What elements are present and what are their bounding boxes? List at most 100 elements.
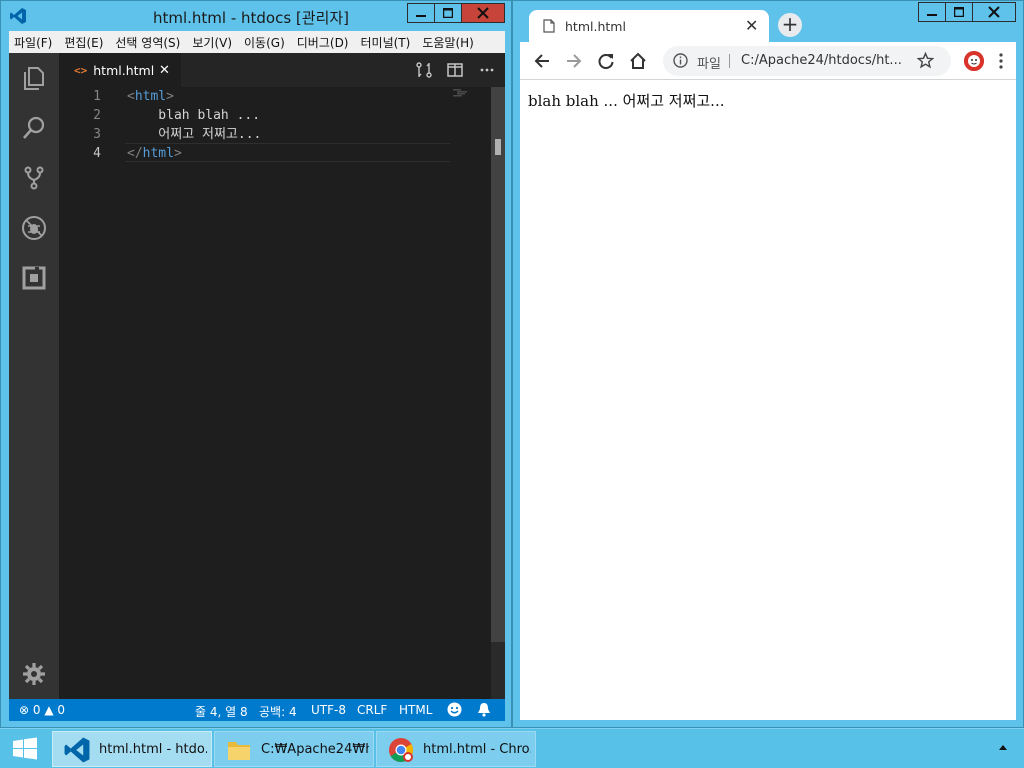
tab-title: html.html — [565, 19, 626, 34]
reload-icon[interactable] — [596, 51, 616, 71]
profile-avatar[interactable] — [964, 51, 984, 71]
browser-tab[interactable]: html.html ✕ — [529, 10, 769, 44]
taskbar-item-vscode[interactable]: html.html - htdo... — [52, 731, 212, 767]
menu-bar: 파일(F) 편집(E) 선택 영역(S) 보기(V) 이동(G) 디버그(D) … — [9, 31, 505, 53]
back-arrow-icon[interactable] — [532, 51, 552, 71]
tab-label: html.html — [93, 62, 155, 78]
bookmark-star-icon[interactable] — [917, 52, 934, 69]
new-tab-button[interactable]: + — [778, 13, 802, 37]
minimap[interactable] — [449, 87, 491, 117]
menu-debug[interactable]: 디버그(D) — [297, 34, 349, 51]
code-line[interactable]: 4 </html> — [59, 144, 505, 163]
error-icon: ⊗ — [19, 703, 30, 717]
minimize-button[interactable] — [407, 3, 435, 23]
gear-icon[interactable] — [21, 661, 47, 687]
browser-toolbar: 파일 C:/Apache24/htdocs/ht... — [520, 42, 1016, 80]
start-button[interactable] — [0, 729, 50, 768]
code-editor[interactable]: 1 <html> 2 blah blah ... 3 어쩌고 저쩌고... 4 … — [59, 87, 505, 699]
feedback-smiley-icon[interactable] — [447, 702, 462, 717]
open-changes-icon[interactable] — [416, 62, 432, 78]
cursor-position[interactable]: 줄 4, 열 8 — [195, 703, 248, 720]
menu-edit[interactable]: 편집(E) — [64, 34, 103, 51]
more-actions-icon[interactable] — [479, 62, 495, 78]
indentation-status[interactable]: 공백: 4 — [259, 703, 297, 720]
menu-terminal[interactable]: 터미널(T) — [361, 34, 411, 51]
line-number: 2 — [93, 108, 101, 123]
taskbar-item-explorer[interactable]: C:₩Apache24₩ht... — [214, 731, 374, 767]
windows-logo-icon — [13, 737, 37, 760]
search-icon[interactable] — [21, 115, 47, 141]
split-editor-icon[interactable] — [447, 62, 463, 78]
minimize-icon — [416, 15, 426, 17]
menu-go[interactable]: 이동(G) — [244, 34, 285, 51]
chrome-menu-icon[interactable] — [998, 51, 1004, 71]
vscode-logo-icon — [9, 7, 27, 25]
close-window-button[interactable] — [461, 3, 505, 23]
problems-status[interactable]: ⊗ 0 ▲ 0 — [19, 703, 65, 717]
source-control-icon[interactable] — [21, 165, 47, 191]
tag-name: html — [134, 89, 167, 104]
tag-bracket: > — [166, 89, 174, 104]
extensions-icon[interactable] — [21, 265, 47, 291]
show-hidden-icons-chevron-icon[interactable] — [998, 743, 1008, 751]
chrome-window: html.html ✕ + 파일 C:/Apache24/htdocs/ht..… — [512, 0, 1024, 728]
close-window-button[interactable] — [972, 2, 1016, 22]
menu-help[interactable]: 도움말(H) — [422, 34, 474, 51]
notifications-bell-icon[interactable] — [477, 702, 491, 717]
home-icon[interactable] — [628, 51, 648, 71]
address-bar[interactable]: 파일 C:/Apache24/htdocs/ht... — [663, 46, 951, 76]
vscode-icon — [63, 736, 91, 764]
scrollbar-thumb[interactable] — [491, 87, 505, 642]
maximize-button[interactable] — [945, 2, 973, 22]
line-number: 3 — [93, 127, 101, 142]
vscode-titlebar[interactable]: html.html - htdocs [관리자] — [1, 1, 511, 31]
tag-name: html — [142, 146, 174, 161]
taskbar-item-label: html.html - Chro... — [423, 742, 531, 757]
close-icon — [477, 7, 489, 19]
separator — [729, 54, 730, 68]
tab-close-icon[interactable]: ✕ — [745, 16, 758, 35]
minimize-icon — [927, 14, 937, 16]
code-line[interactable]: 2 blah blah ... — [59, 106, 505, 125]
menu-selection[interactable]: 선택 영역(S) — [115, 34, 180, 51]
html-file-icon: <> — [74, 63, 88, 77]
code-line[interactable]: 1 <html> — [59, 87, 505, 106]
close-icon — [988, 6, 1000, 18]
page-content: blah blah ... 어쩌고 저쩌고... — [520, 80, 1016, 720]
tag-bracket: > — [173, 146, 182, 161]
warning-icon: ▲ — [44, 703, 54, 717]
minimize-button[interactable] — [918, 2, 946, 22]
document-icon — [543, 19, 555, 33]
editor-tab[interactable]: <> html.html ✕ — [59, 53, 181, 87]
line-content: </html> — [127, 144, 182, 163]
maximize-button[interactable] — [434, 3, 462, 23]
info-icon[interactable] — [673, 53, 688, 68]
warning-count: 0 — [57, 703, 66, 717]
taskbar-item-label: html.html - htdo... — [99, 742, 207, 757]
maximize-icon — [954, 7, 964, 17]
folder-icon — [225, 736, 253, 764]
language-mode[interactable]: HTML — [399, 703, 432, 717]
code-line[interactable]: 3 어쩌고 저쩌고... — [59, 125, 505, 144]
taskbar-item-chrome[interactable]: html.html - Chro... — [376, 731, 536, 767]
menu-file[interactable]: 파일(F) — [14, 34, 52, 51]
explorer-icon[interactable] — [21, 65, 47, 91]
activity-bar — [9, 53, 59, 699]
chrome-icon — [387, 736, 415, 764]
line-content: 어쩌고 저쩌고... — [127, 127, 262, 142]
page-body-text: blah blah ... 어쩌고 저쩌고... — [528, 92, 725, 110]
line-content: <html> — [127, 87, 174, 106]
eol-status[interactable]: CRLF — [357, 703, 387, 717]
debug-icon[interactable] — [21, 215, 47, 241]
error-count: 0 — [32, 703, 41, 717]
vscode-body: <> html.html ✕ 1 <html> 2 blah blah ... … — [9, 53, 505, 699]
url-text[interactable]: C:/Apache24/htdocs/ht... — [741, 53, 903, 68]
taskbar: html.html - htdo... C:₩Apache24₩ht... ht… — [0, 728, 1024, 768]
window-title: html.html - htdocs [관리자] — [152, 9, 350, 27]
menu-view[interactable]: 보기(V) — [192, 34, 232, 51]
tab-close-icon[interactable]: ✕ — [159, 63, 170, 78]
forward-arrow-icon[interactable] — [564, 51, 584, 71]
encoding-status[interactable]: UTF-8 — [311, 703, 346, 717]
taskbar-item-label: C:₩Apache24₩ht... — [261, 742, 369, 757]
protocol-label: 파일 — [697, 57, 721, 72]
